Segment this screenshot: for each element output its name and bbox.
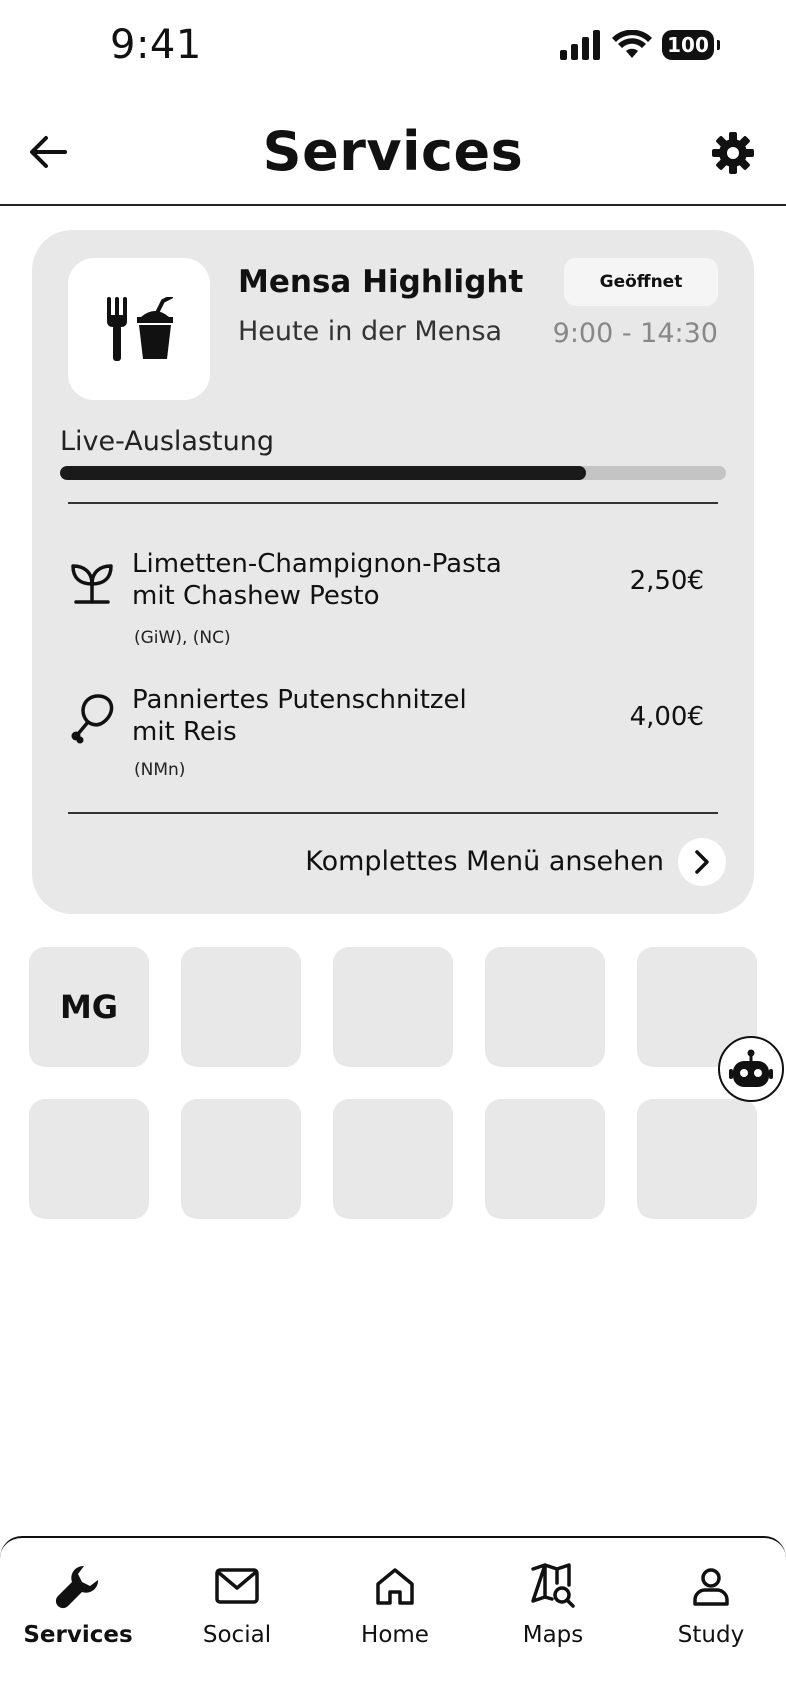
nav-item-services[interactable]: Services: [13, 1562, 143, 1648]
service-tile-label: MG: [59, 988, 119, 1026]
nav-label: Social: [202, 1622, 272, 1648]
nav-icon-wrap: [54, 1562, 102, 1610]
menu-item[interactable]: Panniertes Putenschnitzel mit Reis (NMn)…: [32, 685, 754, 796]
cutlery-drink-icon: [107, 297, 173, 361]
menu-item-name-line1: Panniertes Putenschnitzel: [132, 685, 467, 715]
nav-item-home[interactable]: Home: [330, 1562, 460, 1648]
card-divider-top: [68, 502, 718, 504]
service-tile[interactable]: [485, 1099, 605, 1219]
map-search-icon: [531, 1563, 575, 1608]
home-icon: [376, 1568, 414, 1605]
nav-item-social[interactable]: Social: [172, 1562, 302, 1648]
battery-level: 100: [667, 33, 709, 57]
status-badge: Geöffnet: [564, 258, 718, 306]
service-tile[interactable]: [181, 1099, 301, 1219]
chevron-right-icon: [695, 850, 709, 874]
nav-icon-wrap: [687, 1562, 735, 1610]
menu-item[interactable]: Limetten-Champignon-Pasta mit Chashew Pe…: [32, 549, 754, 660]
service-tile[interactable]: [333, 1099, 453, 1219]
menu-item-name-line2: mit Chashew Pesto: [132, 581, 380, 611]
sprout-icon: [71, 564, 113, 604]
mensa-title: Mensa Highlight: [238, 264, 524, 300]
nav-label: Services: [23, 1622, 133, 1648]
service-tile-mg[interactable]: MG: [29, 947, 149, 1067]
nav-label: Maps: [522, 1622, 584, 1648]
nav-label: Study: [677, 1622, 745, 1648]
status-icons: 100: [560, 30, 720, 60]
wrench-icon: [55, 1565, 99, 1609]
menu-item-price: 2,50€: [629, 566, 704, 596]
mail-icon: [215, 1568, 259, 1604]
battery-icon: 100: [662, 30, 720, 60]
mensa-subtitle: Heute in der Mensa: [238, 316, 503, 347]
gear-icon: [712, 132, 754, 174]
nav-item-maps[interactable]: Maps: [488, 1562, 618, 1648]
drumstick-icon: [71, 694, 114, 744]
service-tile[interactable]: [181, 947, 301, 1067]
page-title: Services: [262, 120, 524, 183]
status-time: 9:41: [110, 22, 202, 68]
chatbot-button[interactable]: [718, 1036, 784, 1102]
menu-item-allergens: (GiW), (NC): [134, 628, 231, 648]
nav-label: Home: [361, 1622, 429, 1648]
live-load-label: Live-Auslastung: [60, 426, 274, 457]
nav-item-study[interactable]: Study: [646, 1562, 776, 1648]
service-tile[interactable]: [333, 947, 453, 1067]
settings-button[interactable]: [712, 132, 756, 176]
live-load-fill: [60, 466, 587, 480]
live-load-bar: [60, 466, 726, 480]
menu-item-price: 4,00€: [629, 702, 704, 732]
mensa-logo: [68, 258, 210, 400]
opening-hours: 9:00 - 14:30: [552, 318, 718, 349]
service-tile[interactable]: [485, 947, 605, 1067]
header-divider: [0, 204, 786, 206]
wifi-icon: [612, 30, 652, 58]
service-tile[interactable]: [637, 1099, 757, 1219]
signal-icon: [560, 30, 600, 60]
nav-icon-wrap: [371, 1562, 419, 1610]
robot-icon: [729, 1049, 773, 1087]
nav-icon-wrap: [529, 1562, 577, 1610]
card-divider-bottom: [68, 812, 718, 814]
user-icon: [693, 1568, 729, 1606]
service-tile[interactable]: [29, 1099, 149, 1219]
menu-item-name-line1: Limetten-Champignon-Pasta: [132, 549, 502, 579]
menu-item-name-line2: mit Reis: [132, 717, 237, 747]
nav-icon-wrap: [213, 1562, 261, 1610]
full-menu-link[interactable]: Komplettes Menü ansehen: [305, 846, 664, 877]
mensa-card[interactable]: Mensa Highlight Heute in der Mensa Geöff…: [32, 230, 754, 914]
bottom-nav: Services Social Home Maps Study: [0, 1536, 786, 1704]
full-menu-button[interactable]: [678, 838, 726, 886]
menu-item-allergens: (NMn): [134, 760, 186, 780]
